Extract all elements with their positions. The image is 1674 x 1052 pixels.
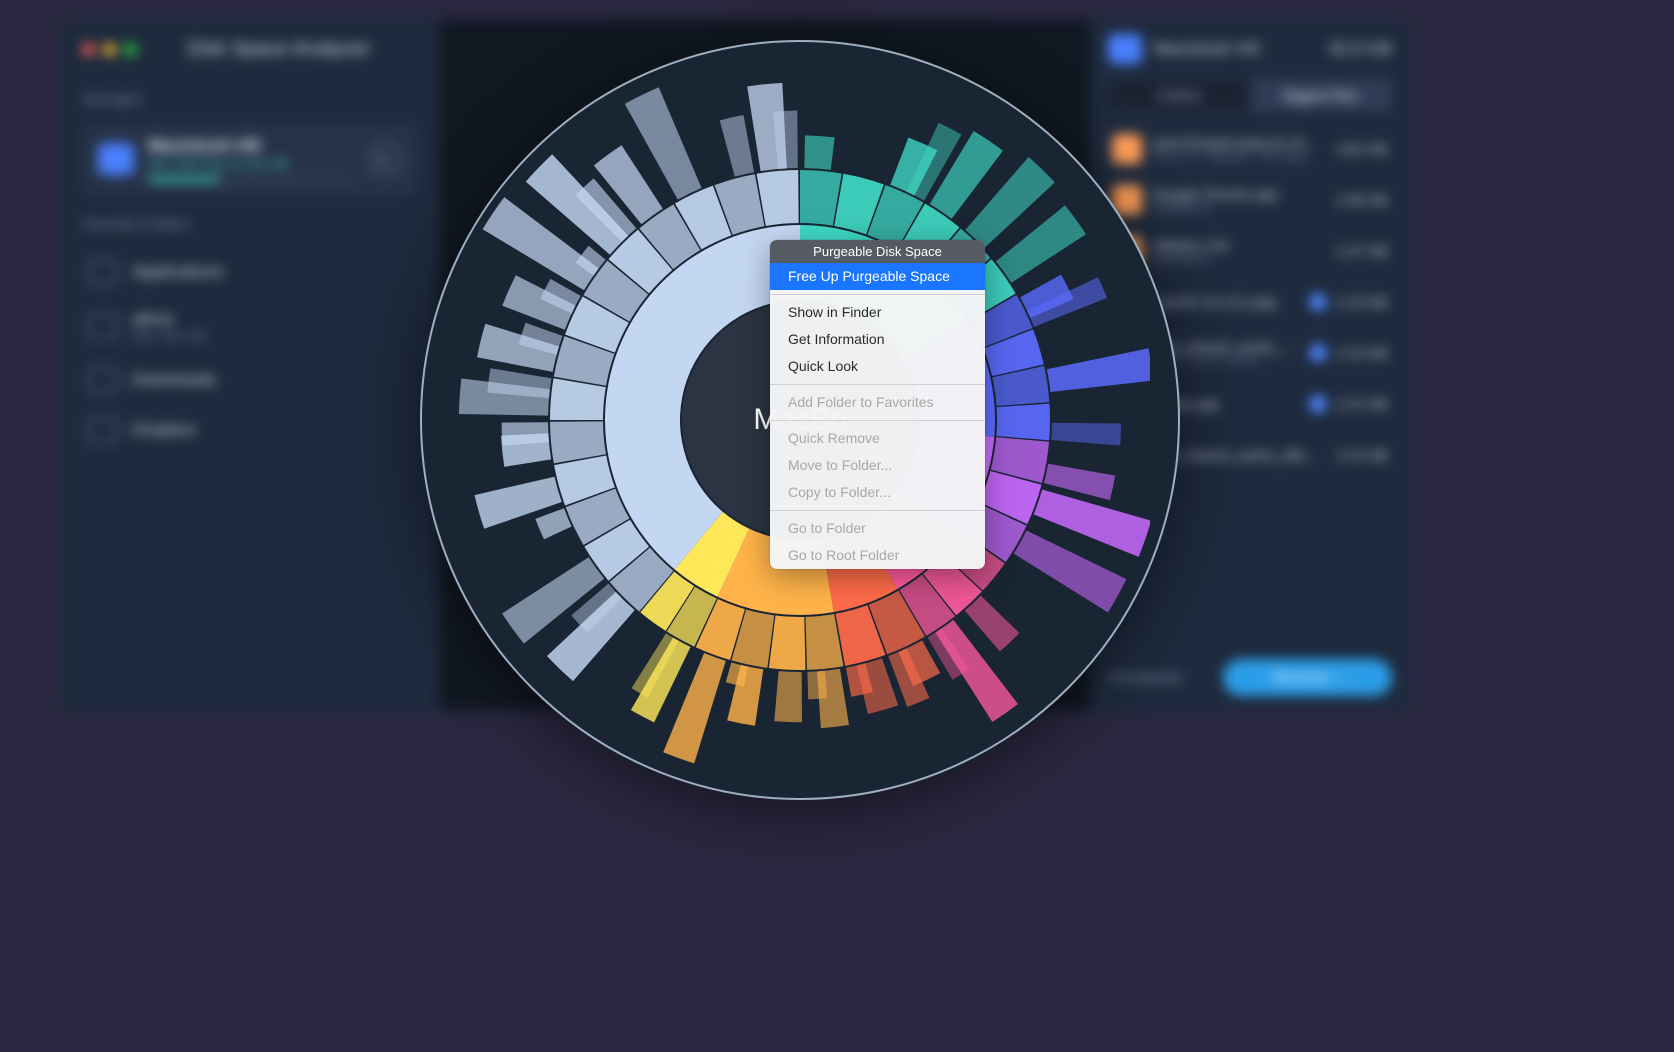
sidebar-item-dropbox[interactable]: Dropbox xyxy=(82,405,418,455)
minimize-icon[interactable] xyxy=(103,43,116,56)
file-size: 2.19 GB xyxy=(1337,294,1388,310)
info-icon[interactable]: i xyxy=(1309,344,1327,362)
fav-name: alexa xyxy=(132,309,206,329)
file-item[interactable]: Ableton Live Applications 2.47 GB xyxy=(1108,226,1392,277)
menu-item-go-to-root-folder: Go to Root Folder xyxy=(770,542,985,569)
info-icon[interactable]: i xyxy=(1309,293,1327,311)
file-sub: Applications xyxy=(1152,253,1327,265)
close-icon[interactable] xyxy=(82,43,95,56)
window-controls[interactable] xyxy=(82,43,137,56)
sunburst-segment[interactable] xyxy=(502,422,549,446)
file-size: 2.19 GB xyxy=(1337,345,1388,361)
titlebar: Disk Space Analyzer xyxy=(82,38,418,61)
file-item[interactable]: macOSUpdCombo10.15... OS_X LL + opcache … xyxy=(1108,124,1392,175)
file-name: Ableton Live xyxy=(1152,237,1327,253)
panel-size: 82.8 GB xyxy=(1330,39,1392,59)
file-name: macOS 10.15.3.pkg xyxy=(1152,294,1299,310)
sunburst-segment[interactable] xyxy=(550,421,606,463)
fav-name: Applications xyxy=(132,262,224,282)
drive-icon xyxy=(1108,34,1142,64)
file-sub: OS_X LL + opcache + dn1.dmg xyxy=(1152,151,1327,163)
folder-icon xyxy=(88,367,118,393)
file-size: 3.62 GB xyxy=(1337,141,1388,157)
file-size: 2.47 GB xyxy=(1337,396,1388,412)
sunburst-segment[interactable] xyxy=(1051,423,1121,446)
menu-item-show-in-finder[interactable]: Show in Finder xyxy=(770,299,985,326)
menu-item-go-to-folder: Go to Folder xyxy=(770,515,985,542)
menu-item-free-up-purgeable-space[interactable]: Free Up Purgeable Space xyxy=(770,263,985,290)
favorites-label: Favorite Folders xyxy=(82,216,418,233)
file-name: Google Chrome.app xyxy=(1152,186,1327,202)
panel-title: Macintosh HD xyxy=(1154,39,1318,59)
storage-item-macintosh-hd[interactable]: Macintosh HD 38.5 GB Free of 121 GB ▶ xyxy=(82,122,418,196)
storage-progress xyxy=(148,177,354,182)
sidebar-item-alexa[interactable]: alexa Size: 18.0 GB xyxy=(82,297,418,355)
file-sub: Applications xyxy=(1152,202,1327,214)
chevron-right-icon: › xyxy=(1337,669,1342,686)
context-menu: Purgeable Disk Space Free Up Purgeable S… xyxy=(770,240,985,569)
menu-item-add-folder-to-favorites: Add Folder to Favorites xyxy=(770,389,985,416)
sunburst-segment[interactable] xyxy=(720,115,754,177)
sunburst-segment[interactable] xyxy=(774,671,802,722)
sunburst-segment[interactable] xyxy=(800,170,842,226)
file-size: 2.99 GB xyxy=(1337,192,1388,208)
menu-item-get-information[interactable]: Get Information xyxy=(770,326,985,353)
menu-divider xyxy=(770,384,985,385)
fav-name: Downloads xyxy=(132,370,216,390)
sunburst-segment[interactable] xyxy=(535,508,571,539)
sunburst-segment[interactable] xyxy=(807,671,827,700)
menu-item-move-to-folder: Move to Folder... xyxy=(770,452,985,479)
sidebar-item-applications[interactable]: Applications xyxy=(82,247,418,297)
menu-divider xyxy=(770,294,985,295)
folder-icon xyxy=(88,417,118,443)
tabs: Outline Biggest files xyxy=(1108,78,1392,112)
sunburst-segment[interactable] xyxy=(996,404,1050,441)
menu-item-copy-to-folder: Copy to Folder... xyxy=(770,479,985,506)
storages-label: Storages xyxy=(82,91,418,108)
menu-item-quick-look[interactable]: Quick Look xyxy=(770,353,985,380)
maximize-icon[interactable] xyxy=(124,43,137,56)
folder-icon xyxy=(88,259,118,285)
drive-icon xyxy=(98,143,134,175)
storage-name: Macintosh HD xyxy=(148,136,354,156)
sunburst-segment[interactable] xyxy=(550,378,606,420)
sunburst-segment[interactable] xyxy=(769,615,806,670)
folder-icon xyxy=(88,313,118,339)
info-icon[interactable]: i xyxy=(1309,395,1327,413)
sunburst-segment[interactable] xyxy=(804,135,834,170)
fav-name: Dropbox xyxy=(132,420,196,440)
remove-button[interactable]: Remove › xyxy=(1223,659,1392,696)
file-size: 2.47 GB xyxy=(1337,243,1388,259)
menu-item-quick-remove: Quick Remove xyxy=(770,425,985,452)
app-title: Disk Space Analyzer xyxy=(187,38,370,61)
sunburst-segment[interactable] xyxy=(1047,348,1150,392)
file-name: macOSUpdCombo10.15... xyxy=(1152,135,1327,151)
storage-sub: 38.5 GB Free of 121 GB xyxy=(148,156,354,171)
fav-sub: Size: 18.0 GB xyxy=(132,329,206,343)
file-item[interactable]: Google Chrome.app Applications 2.99 GB xyxy=(1108,175,1392,226)
tab-biggest-files[interactable]: Biggest files xyxy=(1250,79,1391,111)
menu-divider xyxy=(770,420,985,421)
context-menu-header: Purgeable Disk Space xyxy=(770,240,985,263)
file-size: 2.13 GB xyxy=(1337,447,1388,463)
remove-button-label: Remove xyxy=(1273,669,1329,686)
scan-button[interactable]: ▶ xyxy=(368,142,402,176)
sunburst-segment[interactable] xyxy=(965,596,1020,652)
sunburst-segment[interactable] xyxy=(757,170,799,226)
menu-divider xyxy=(770,510,985,511)
sidebar-item-downloads[interactable]: Downloads xyxy=(82,355,418,405)
sidebar: Disk Space Analyzer Storages Macintosh H… xyxy=(60,20,440,710)
